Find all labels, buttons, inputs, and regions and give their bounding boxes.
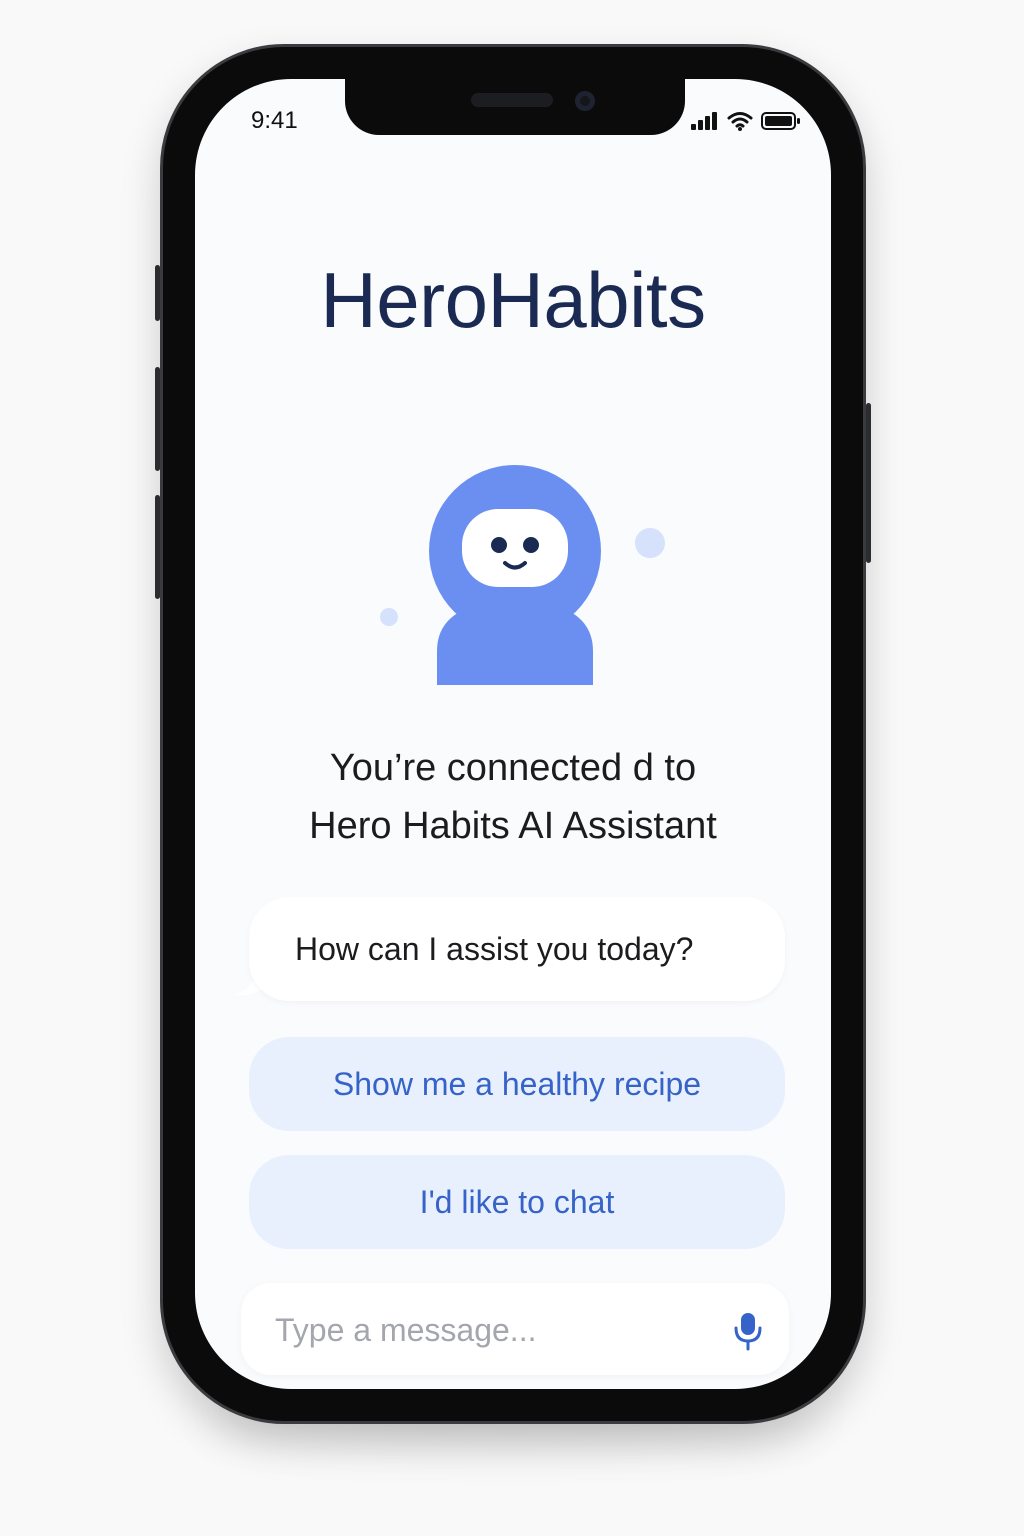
- volume-up-button: [155, 367, 160, 471]
- power-button: [866, 403, 871, 563]
- message-input[interactable]: [273, 1305, 697, 1355]
- suggestion-healthy-recipe-button[interactable]: Show me a healthy recipe: [249, 1037, 785, 1131]
- microphone-icon[interactable]: [733, 1311, 763, 1351]
- assistant-message-bubble: How can I assist you today?: [249, 897, 785, 1001]
- phone-frame: 9:41 HeroHabits You’re connected d to He…: [155, 44, 871, 1424]
- suggestion-chat-button[interactable]: I'd like to chat: [249, 1155, 785, 1249]
- robot-mascot-icon: [380, 465, 665, 685]
- connection-line-1: You’re connected d to: [329, 747, 697, 789]
- status-time: 9:41: [251, 107, 298, 134]
- earpiece-speaker: [471, 93, 553, 107]
- message-composer: [241, 1283, 789, 1375]
- connection-line-2: Hero Habits AI Assistant: [309, 805, 717, 847]
- wifi-icon: [727, 112, 753, 131]
- status-icons: [691, 111, 801, 131]
- mute-switch: [155, 265, 160, 321]
- connection-message: You’re connected d to Hero Habits AI Ass…: [195, 739, 831, 855]
- app-screen: 9:41 HeroHabits You’re connected d to He…: [195, 79, 831, 1389]
- battery-icon: [761, 112, 800, 130]
- front-camera-icon: [575, 91, 595, 111]
- app-title: HeroHabits: [320, 256, 706, 344]
- volume-down-button: [155, 495, 160, 599]
- cellular-signal-icon: [691, 112, 717, 130]
- notch: [345, 79, 685, 135]
